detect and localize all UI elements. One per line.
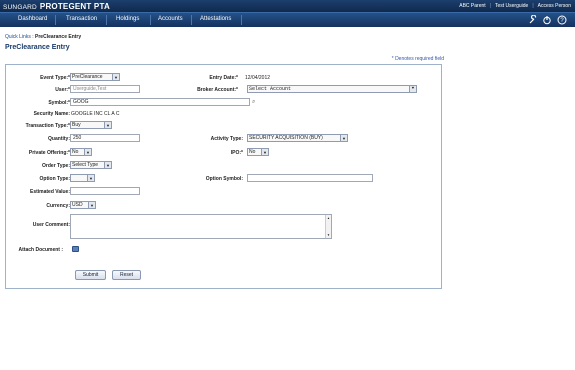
- estimated-value-label: Estimated Value:: [29, 189, 70, 195]
- entry-date-label: Entry Date:*: [209, 75, 238, 81]
- symbol-label: Symbol:*: [48, 100, 70, 106]
- nav-divider: [150, 15, 151, 25]
- nav-divider: [191, 15, 192, 25]
- nav-divider: [241, 15, 242, 25]
- reset-button[interactable]: Reset: [112, 270, 141, 280]
- breadcrumb-quick-links[interactable]: Quick Links: [5, 34, 31, 40]
- brand-logo: SUNGARD PROTEGENT PTA: [3, 2, 110, 11]
- user-comment-textarea[interactable]: ▲ ▼: [70, 214, 332, 239]
- tab-accounts[interactable]: Accounts: [158, 16, 183, 22]
- nav-divider: [106, 15, 107, 25]
- attach-document-icon[interactable]: [72, 246, 79, 252]
- textarea-scrollbar[interactable]: ▲ ▼: [325, 215, 331, 238]
- user-field-placeholder: Userguide,Test: [73, 86, 107, 92]
- broker-account-select[interactable]: Select Account ▼: [247, 85, 417, 93]
- tab-attestations[interactable]: Attestations: [200, 16, 231, 22]
- option-symbol-label: Option Symbol:: [205, 176, 243, 182]
- top-bar: SUNGARD PROTEGENT PTA ABC Parent | Test U…: [0, 0, 575, 12]
- transaction-type-label: Transaction Type:*: [25, 123, 70, 129]
- help-icon[interactable]: ?: [557, 15, 567, 25]
- user-link-parent[interactable]: ABC Parent: [459, 3, 485, 9]
- breadcrumb-separator: :: [32, 34, 34, 40]
- event-type-value: PreClearance: [72, 74, 103, 80]
- scroll-up-icon[interactable]: ▲: [327, 216, 330, 220]
- nav-bar: Dashboard Transaction Holdings Accounts …: [0, 12, 575, 27]
- currency-value: USD: [72, 202, 83, 208]
- separator: |: [489, 3, 491, 9]
- scroll-down-icon[interactable]: ▼: [327, 233, 330, 237]
- brand-name: PROTEGENT PTA: [39, 2, 110, 11]
- ipo-value: No: [249, 149, 256, 155]
- submit-button[interactable]: Submit: [75, 270, 106, 280]
- user-links: ABC Parent | Test Userguide | Access Per…: [459, 3, 571, 9]
- private-offering-value: No: [72, 149, 79, 155]
- order-type-label: Order Type:: [42, 163, 70, 169]
- chevron-down-icon: ▼: [104, 122, 111, 128]
- transaction-type-select[interactable]: Buy ▼: [70, 121, 112, 129]
- estimated-value-field[interactable]: [70, 187, 140, 195]
- symbol-value: GOOG: [73, 99, 89, 105]
- preclearance-form: Event Type:* PreClearance ▼ Entry Date:*…: [5, 64, 442, 289]
- private-offering-label: Private Offering:*: [28, 150, 70, 156]
- attach-document-label: Attach Document :: [18, 247, 63, 253]
- ipo-label: IPO:*: [230, 150, 243, 156]
- required-field-note: * Denotes required field: [391, 56, 444, 62]
- brand-prefix: SUNGARD: [3, 4, 37, 11]
- chevron-down-icon: ▼: [104, 162, 111, 168]
- option-type-select[interactable]: ▼: [70, 174, 95, 182]
- chevron-down-icon: ▼: [88, 202, 95, 208]
- entry-date-value: 12/04/2012: [245, 75, 271, 81]
- currency-label: Currency:: [46, 203, 70, 209]
- chevron-down-icon: ▼: [409, 86, 416, 92]
- private-offering-select[interactable]: No ▼: [70, 148, 92, 156]
- activity-type-label: Activity Type:: [210, 136, 243, 142]
- user-comment-label: User Comment:: [32, 222, 70, 228]
- page-title: PreClearance Entry: [5, 44, 70, 51]
- quantity-field[interactable]: 250: [70, 134, 140, 142]
- chevron-down-icon: ▼: [112, 74, 119, 80]
- wrench-icon[interactable]: [528, 15, 538, 25]
- activity-type-value: SECURITY ACQUISITION (BUY): [249, 135, 323, 141]
- security-name-value: GOOGLE INC CL A C: [71, 111, 120, 117]
- chevron-down-icon: ▼: [87, 175, 94, 181]
- user-field[interactable]: Userguide,Test: [70, 85, 140, 93]
- chevron-down-icon: ▼: [84, 149, 91, 155]
- tab-dashboard[interactable]: Dashboard: [18, 16, 47, 22]
- event-type-select[interactable]: PreClearance ▼: [70, 73, 120, 81]
- chevron-down-icon: ▼: [340, 135, 347, 141]
- option-type-label: Option Type:: [39, 176, 70, 182]
- breadcrumb-current: PreClearance Entry: [35, 34, 82, 40]
- user-link-role[interactable]: Access Person: [538, 3, 571, 9]
- power-icon[interactable]: [542, 15, 552, 25]
- tab-transaction[interactable]: Transaction: [66, 16, 97, 22]
- option-symbol-field[interactable]: [247, 174, 373, 182]
- activity-type-select[interactable]: SECURITY ACQUISITION (BUY) ▼: [247, 134, 348, 142]
- nav-divider: [55, 15, 56, 25]
- transaction-type-value: Buy: [72, 122, 81, 128]
- breadcrumb: Quick Links : PreClearance Entry: [5, 34, 81, 40]
- symbol-field[interactable]: GOOG: [70, 98, 250, 106]
- user-label: User:*: [55, 87, 70, 93]
- chevron-down-icon: ▼: [261, 149, 268, 155]
- broker-account-label: Broker Account:*: [197, 87, 238, 93]
- order-type-select[interactable]: Select Type ▼: [70, 161, 112, 169]
- user-link-name[interactable]: Test Userguide: [495, 3, 528, 9]
- order-type-value: Select Type: [72, 162, 99, 168]
- event-type-label: Event Type:*: [40, 75, 70, 81]
- quantity-value: 250: [73, 135, 82, 141]
- separator: |: [532, 3, 534, 9]
- quantity-label: Quantity:: [48, 136, 70, 142]
- search-icon[interactable]: ⌕: [252, 99, 258, 105]
- currency-select[interactable]: USD ▼: [70, 201, 96, 209]
- ipo-select[interactable]: No ▼: [247, 148, 269, 156]
- security-name-label: Security Name:: [33, 111, 70, 117]
- broker-account-value: Select Account: [249, 86, 292, 92]
- tab-holdings[interactable]: Holdings: [116, 16, 139, 22]
